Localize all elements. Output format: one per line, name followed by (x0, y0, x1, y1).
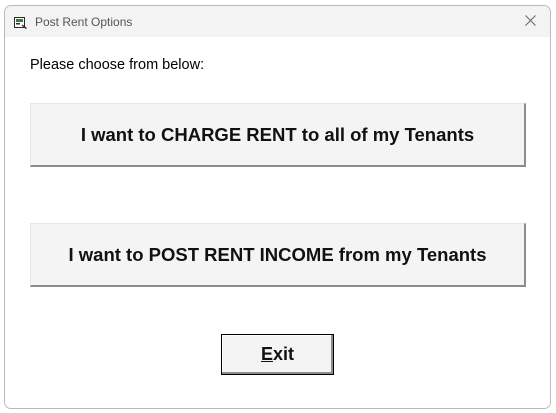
exit-button-label: xit (273, 344, 295, 364)
post-rent-options-window: Post Rent Options Please choose from bel… (4, 5, 551, 409)
charge-rent-button-label: I want to CHARGE RENT to all of my Tenan… (80, 123, 475, 145)
post-rent-income-button-label: I want to POST RENT INCOME from my Tenan… (68, 243, 487, 265)
charge-rent-button[interactable]: I want to CHARGE RENT to all of my Tenan… (30, 103, 526, 167)
window-title: Post Rent Options (35, 15, 133, 29)
exit-button[interactable]: Exit (221, 334, 334, 375)
exit-button-mnemonic: E (260, 344, 273, 364)
app-icon (14, 16, 27, 30)
close-button[interactable] (510, 6, 550, 37)
title-bar[interactable]: Post Rent Options (5, 6, 550, 37)
instruction-label: Please choose from below: (30, 57, 205, 73)
close-icon (524, 13, 536, 31)
post-rent-income-button[interactable]: I want to POST RENT INCOME from my Tenan… (30, 223, 526, 287)
dialog-body: Please choose from below: I want to CHAR… (5, 37, 550, 408)
